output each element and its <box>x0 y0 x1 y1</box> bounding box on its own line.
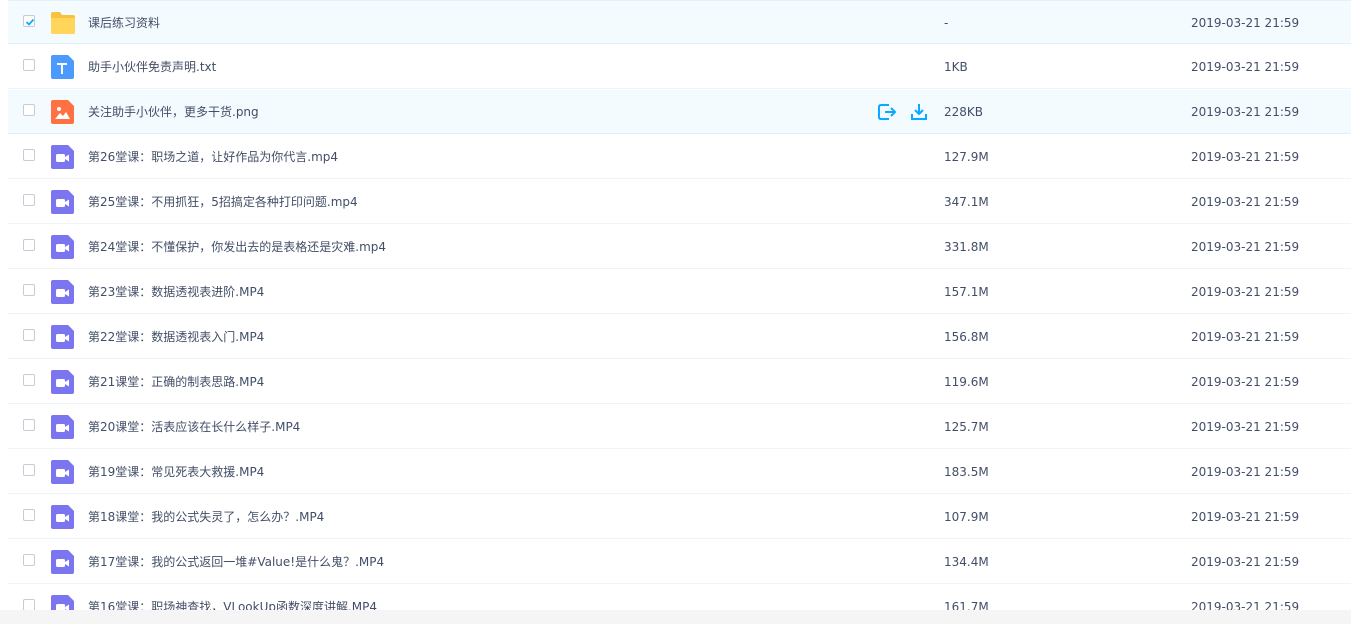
file-name-link[interactable]: 第23堂课：数据透视表进阶.MP4 <box>88 270 264 314</box>
download-icon[interactable] <box>909 102 929 122</box>
modified-date: 2019-03-21 21:59 <box>1191 105 1300 119</box>
modified-date: 2019-03-21 21:59 <box>1191 465 1300 479</box>
text-file-icon <box>50 55 76 79</box>
horizontal-scrollbar[interactable] <box>0 610 1351 624</box>
row-checkbox[interactable] <box>23 149 35 161</box>
row-checkbox[interactable] <box>23 239 35 251</box>
file-size: 228KB <box>944 105 984 119</box>
image-file-icon <box>50 100 76 124</box>
modified-date: 2019-03-21 21:59 <box>1191 240 1300 254</box>
video-file-icon <box>50 145 76 169</box>
file-size: 347.1M <box>944 195 989 209</box>
row-checkbox[interactable] <box>23 59 35 71</box>
file-size: 157.1M <box>944 285 989 299</box>
file-size: 127.9M <box>944 150 989 164</box>
file-name-link[interactable]: 第19堂课：常见死表大救援.MP4 <box>88 450 264 494</box>
modified-date: 2019-03-21 21:59 <box>1191 285 1300 299</box>
file-size: 119.6M <box>944 375 989 389</box>
modified-date: 2019-03-21 21:59 <box>1191 600 1300 610</box>
file-name-link[interactable]: 第22堂课：数据透视表入门.MP4 <box>88 315 264 359</box>
modified-date: 2019-03-21 21:59 <box>1191 375 1300 389</box>
modified-date: 2019-03-21 21:59 <box>1191 16 1300 30</box>
modified-date: 2019-03-21 21:59 <box>1191 330 1300 344</box>
video-file-icon <box>50 415 76 439</box>
row-checkbox[interactable] <box>23 329 35 341</box>
file-row[interactable]: 第20课堂：活表应该在长什么样子.MP4 125.7M 2019-03-21 21:… <box>8 405 1351 449</box>
file-row[interactable]: 第16堂课：职场神查找，VLookUp函数深度讲解.MP4 161.7M 2019-… <box>8 585 1351 610</box>
file-row[interactable]: 第18课堂：我的公式失灵了，怎么办？.MP4 107.9M 2019-03-21 2… <box>8 495 1351 539</box>
modified-date: 2019-03-21 21:59 <box>1191 195 1300 209</box>
file-name-link[interactable]: 第17堂课：我的公式返回一堆#Value!是什么鬼？.MP4 <box>88 540 384 584</box>
file-size: 156.8M <box>944 330 989 344</box>
row-checkbox[interactable] <box>23 15 35 27</box>
folder-icon <box>50 11 76 35</box>
video-file-icon <box>50 550 76 574</box>
file-name-link[interactable]: 第24堂课：不懂保护，你发出去的是表格还是灾难.mp4 <box>88 225 386 269</box>
file-size: 107.9M <box>944 510 989 524</box>
video-file-icon <box>50 280 76 304</box>
file-row[interactable]: 课后练习资料 - 2019-03-21 21:59 <box>8 0 1351 44</box>
file-row[interactable]: 第19堂课：常见死表大救援.MP4 183.5M 2019-03-21 21:59 <box>8 450 1351 494</box>
video-file-icon <box>50 595 76 610</box>
file-name-link[interactable]: 第20课堂：活表应该在长什么样子.MP4 <box>88 405 300 449</box>
modified-date: 2019-03-21 21:59 <box>1191 510 1300 524</box>
row-checkbox[interactable] <box>23 104 35 116</box>
modified-date: 2019-03-21 21:59 <box>1191 420 1300 434</box>
file-name-link[interactable]: 第21课堂：正确的制表思路.MP4 <box>88 360 264 404</box>
modified-date: 2019-03-21 21:59 <box>1191 150 1300 164</box>
video-file-icon <box>50 370 76 394</box>
video-file-icon <box>50 190 76 214</box>
row-checkbox[interactable] <box>23 374 35 386</box>
file-name-link[interactable]: 第26堂课：职场之道，让好作品为你代言.mp4 <box>88 135 338 179</box>
file-row[interactable]: 第26堂课：职场之道，让好作品为你代言.mp4 127.9M 2019-03-21 … <box>8 135 1351 179</box>
file-size: - <box>944 16 949 30</box>
share-icon[interactable] <box>877 102 897 122</box>
row-checkbox[interactable] <box>23 419 35 431</box>
file-name-link[interactable]: 助手小伙伴免责声明.txt <box>88 45 216 89</box>
file-size: 134.4M <box>944 555 989 569</box>
row-checkbox[interactable] <box>23 509 35 521</box>
file-row[interactable]: 第23堂课：数据透视表进阶.MP4 157.1M 2019-03-21 21:59 <box>8 270 1351 314</box>
video-file-icon <box>50 505 76 529</box>
file-row[interactable]: 第24堂课：不懂保护，你发出去的是表格还是灾难.mp4 331.8M 2019-03… <box>8 225 1351 269</box>
file-row[interactable]: 第21课堂：正确的制表思路.MP4 119.6M 2019-03-21 21:59 <box>8 360 1351 404</box>
row-checkbox[interactable] <box>23 464 35 476</box>
row-checkbox[interactable] <box>23 554 35 566</box>
modified-date: 2019-03-21 21:59 <box>1191 555 1300 569</box>
file-row[interactable]: 助手小伙伴免责声明.txt 1KB 2019-03-21 21:59 <box>8 45 1351 89</box>
file-list: 课后练习资料 - 2019-03-21 21:59 助手小伙伴免责声明.txt 1KB 2… <box>0 0 1351 610</box>
file-size: 125.7M <box>944 420 989 434</box>
file-size: 161.7M <box>944 600 989 610</box>
file-row[interactable]: 第22堂课：数据透视表入门.MP4 156.8M 2019-03-21 21:59 <box>8 315 1351 359</box>
file-name-link[interactable]: 课后练习资料 <box>88 1 160 45</box>
modified-date: 2019-03-21 21:59 <box>1191 60 1300 74</box>
checkmark-icon <box>25 18 35 26</box>
file-name-link[interactable]: 关注助手小伙伴，更多干货.png <box>88 90 259 134</box>
row-checkbox[interactable] <box>23 599 35 610</box>
file-name-link[interactable]: 第18课堂：我的公式失灵了，怎么办？.MP4 <box>88 495 324 539</box>
row-checkbox[interactable] <box>23 284 35 296</box>
file-size: 1KB <box>944 60 968 74</box>
file-size: 183.5M <box>944 465 989 479</box>
video-file-icon <box>50 235 76 259</box>
file-row[interactable]: 关注助手小伙伴，更多干货.png 228KB 2019-03-21 21:59 <box>8 90 1351 134</box>
file-row[interactable]: 第25堂课：不用抓狂，5招搞定各种打印问题.mp4 347.1M 2019-03-2… <box>8 180 1351 224</box>
file-name-link[interactable]: 第25堂课：不用抓狂，5招搞定各种打印问题.mp4 <box>88 180 358 224</box>
file-name-link[interactable]: 第16堂课：职场神查找，VLookUp函数深度讲解.MP4 <box>88 585 377 610</box>
file-size: 331.8M <box>944 240 989 254</box>
video-file-icon <box>50 325 76 349</box>
video-file-icon <box>50 460 76 484</box>
file-row[interactable]: 第17堂课：我的公式返回一堆#Value!是什么鬼？.MP4 134.4M 2019… <box>8 540 1351 584</box>
row-checkbox[interactable] <box>23 194 35 206</box>
